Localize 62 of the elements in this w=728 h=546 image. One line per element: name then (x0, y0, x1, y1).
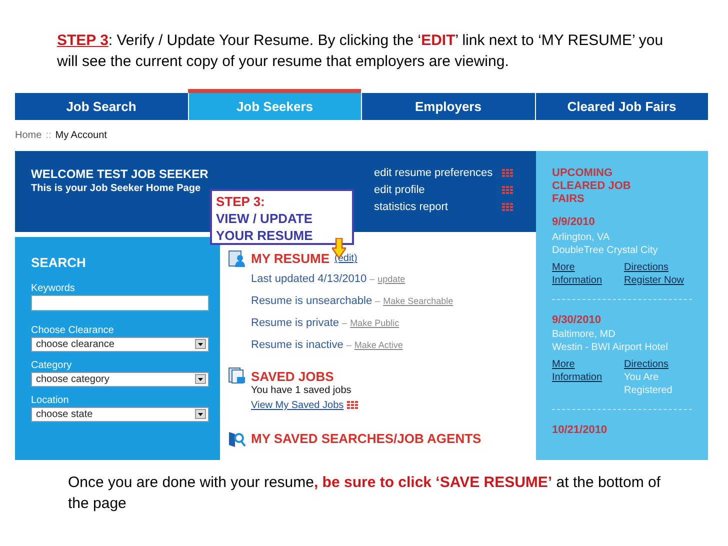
magnifier-icon (228, 430, 246, 448)
breadcrumb-link[interactable]: Home (15, 128, 42, 143)
nav-tab[interactable]: Job Search (15, 93, 188, 120)
dash-separator: – (342, 316, 348, 330)
instruction-text: STEP 3: Verify / Update Your Resume. By clicking the ‘EDIT’ link next to ‘MY RESUME’ you will see the current copy of your resume that employers are viewing. (57, 31, 664, 72)
profile-link[interactable]: statistics report (374, 199, 448, 216)
breadcrumb-separator: :: (46, 129, 52, 143)
breadcrumb-link[interactable]: My Account (55, 128, 107, 143)
select-field[interactable]: choose category (31, 372, 209, 386)
fair-date: 9/9/2010 (552, 215, 596, 230)
fair-link[interactable]: Directions (624, 260, 692, 274)
fair-venue: DoubleTree Crystal City (552, 244, 659, 256)
grid-dots-icon (502, 169, 514, 178)
saved-jobs-link[interactable]: View My Saved Jobs (251, 398, 344, 413)
status-text: Resume is private (251, 316, 340, 332)
welcome-subtitle: This is your Job Seeker Home Page (31, 182, 202, 196)
person-document-icon (228, 250, 246, 268)
callout-text: VIEW / UPDATE YOUR RESUME (216, 210, 314, 244)
section-title: MY RESUME (251, 250, 330, 268)
callout-step: STEP 3: (216, 193, 348, 210)
action-link[interactable]: Make Searchable (383, 294, 454, 308)
select-field[interactable]: choose clearance (31, 336, 209, 352)
search-title: SEARCH (31, 254, 87, 272)
action-link[interactable]: Make Active (354, 338, 403, 352)
field-label: Choose Clearance (31, 324, 115, 336)
field-label: Category (31, 360, 73, 372)
field-label: Keywords (31, 282, 76, 294)
info-link[interactable]: More Information (552, 358, 624, 397)
keywords-input[interactable] (31, 294, 209, 310)
status-text: Last updated 4/13/2010 (251, 272, 367, 288)
dash-separator: – (346, 338, 352, 352)
grid-dots-icon (502, 203, 514, 212)
fair-date: 9/30/2010 (552, 312, 602, 328)
profile-link[interactable]: edit resume preferences (374, 165, 493, 182)
select-field[interactable]: choose state (31, 406, 209, 422)
nav-tab[interactable]: Cleared Job Fairs (534, 93, 708, 120)
profile-link[interactable]: edit profile (374, 182, 425, 199)
action-link[interactable]: Make Public (350, 316, 400, 330)
action-link[interactable]: update (378, 272, 406, 286)
documents-icon (228, 367, 246, 386)
nav-tab[interactable]: Employers (361, 93, 534, 120)
field-label: Location (31, 394, 70, 406)
dash-separator: – (375, 294, 380, 308)
fair-link[interactable]: Register Now (624, 274, 692, 286)
job-fairs-title: UPCOMING CLEARED JOB FAIRS (552, 167, 632, 206)
fair-link[interactable]: Directions (624, 358, 692, 371)
fair-city: Arlington, VA (552, 230, 611, 244)
status-text: Resume is inactive (251, 338, 344, 354)
status-text: Resume is unsearchable (251, 294, 372, 310)
grid-dots-icon (502, 186, 514, 195)
saved-jobs-text: You have 1 saved jobs (251, 384, 352, 398)
section-title: MY SAVED SEARCHES/JOB AGENTS (251, 430, 482, 448)
grid-dots-icon (346, 401, 359, 410)
welcome-title: WELCOME TEST JOB SEEKER (31, 167, 208, 181)
section-title: SAVED JOBS (251, 368, 334, 386)
registered-note: You Are Registered (624, 371, 674, 397)
dash-separator: – (370, 272, 375, 286)
instruction-text: Once you are done with your resume, be sure to click ‘SAVE RESUME’ at the bottom of the page (68, 473, 662, 514)
fair-date: 10/21/2010 (552, 423, 608, 438)
fair-venue: Westin - BWI Airport Hotel (552, 341, 669, 354)
fair-city: Baltimore, MD (552, 328, 616, 341)
info-link[interactable]: More Information (552, 260, 624, 286)
